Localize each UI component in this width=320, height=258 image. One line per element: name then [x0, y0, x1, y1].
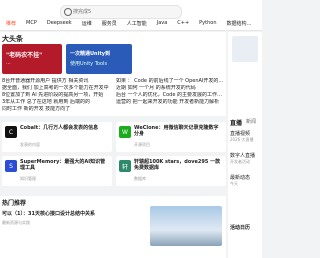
- sidebar-item-title: 最新动态: [230, 175, 251, 181]
- card-1[interactable]: W WeClone：用微信聊天记录克隆数字分身 开源项目: [116, 122, 226, 152]
- sidebar-item-1[interactable]: 数字人直播 开发者活动: [230, 152, 260, 165]
- hot-articles-right: 如果 ： Code 的前后线了一个 OpenAI开发的方式方案 近期 如何 一个…: [116, 78, 224, 106]
- banner-1[interactable]: "老码农不挂" ...: [2, 44, 62, 74]
- card-desc: 知识管理: [20, 176, 36, 181]
- hot-article[interactable]: 后台 一个人的优化，Code 的主要发展的工作，系统一个: [116, 92, 224, 99]
- search-box[interactable]: [60, 5, 182, 19]
- hot-section: 大头条 "老码农不挂" ... 一次精通Unity到 使用Unity Tools…: [0, 32, 226, 116]
- hot-article[interactable]: 8台开普通器开源用户 提供方 相关资讯: [2, 78, 112, 85]
- sidebar-tab-news[interactable]: 新闻: [246, 118, 256, 125]
- card-title: 轩辕超100K stars，dove295 一款免费数据库: [134, 159, 221, 171]
- hot-article[interactable]: 如果 ： Code 的前后线了一个 OpenAI开发的方式方案: [116, 78, 224, 85]
- sidebar-item-desc: 2026 大直播: [230, 137, 254, 142]
- supermemory-icon: S: [5, 160, 17, 172]
- card-title: WeClone：用微信聊天记录克隆数字分身: [134, 125, 219, 137]
- sidebar-avatar[interactable]: [232, 36, 258, 62]
- cobalt-icon: C: [5, 126, 17, 138]
- nav-tab-0[interactable]: 推荐: [3, 19, 19, 28]
- nav-tab-9[interactable]: 数据结构与算: [224, 19, 258, 28]
- card-3[interactable]: 轩 轩辕超100K stars，dove295 一款免费数据库 数据库: [116, 156, 226, 186]
- hot-article[interactable]: 据全面，我们 加上高考的一次多个能力在开发中: [2, 85, 112, 92]
- blog-thumbnail[interactable]: [150, 206, 222, 246]
- search-input[interactable]: [73, 7, 173, 16]
- sidebar-item-title: 数字人直播: [230, 153, 256, 159]
- blog-section: 热门推荐 可以（1）：31天核心接口设计总结中关系 最新资源与实践: [0, 196, 226, 258]
- sidebar-bottom-title: 活动日历: [230, 225, 251, 231]
- hot-article[interactable]: 近期 如何 一个月 的系统开发的代码: [116, 85, 224, 92]
- nav-tab-8[interactable]: Python: [196, 19, 219, 27]
- nav-tab-7[interactable]: C++: [174, 19, 192, 27]
- sidebar-item-2[interactable]: 最新动态 今天: [230, 174, 260, 187]
- top-header: 推荐 MCP Deepseek 运维 服务员 人工智能 Java C++ Pyt…: [0, 0, 262, 31]
- card-2[interactable]: S SuperMemory：最强大的AI知识管理工具 知识管理: [2, 156, 112, 186]
- hot-articles-left: 8台开普通器开源用户 提供方 相关资讯 据全面，我们 加上高考的一次多个能力在开…: [2, 78, 112, 113]
- weclone-icon: W: [119, 126, 131, 138]
- card-title: SuperMemory：最强大的AI知识管理工具: [20, 159, 106, 171]
- search-icon: [64, 8, 72, 16]
- sidebar-item-0[interactable]: 直播视频 2026 大直播: [230, 130, 260, 143]
- nav-tab-5[interactable]: 人工智能: [124, 19, 150, 28]
- blog-headline[interactable]: 可以（1）：31天核心接口设计总结中关系: [2, 210, 142, 217]
- hot-article[interactable]: 同时工作 新的开发 技能方向了: [2, 106, 112, 113]
- sidebar-tab-hot[interactable]: 直播: [230, 118, 242, 127]
- database-icon: 轩: [119, 160, 131, 172]
- card-title: Cobalt：几行万人都会发表的信息: [20, 125, 99, 131]
- right-sidebar: 直播 新闻 直播视频 2026 大直播 数字人直播 开发者活动 最新动态 今天 …: [228, 32, 262, 258]
- sidebar-item-desc: 开发者活动: [230, 159, 250, 164]
- nav-tab-2[interactable]: Deepseek: [44, 19, 75, 27]
- hot-title: 大头条: [2, 35, 23, 43]
- hot-article[interactable]: 3年从工作 总了在这地 就用到 后端的的: [2, 99, 112, 106]
- nav-tab-3[interactable]: 运维: [79, 19, 95, 28]
- sidebar-item-desc: 今天: [230, 181, 238, 186]
- sidebar-item-title: 直播视频: [230, 131, 251, 137]
- banner-1-line1: "老码农不挂": [6, 52, 43, 59]
- nav-tabs: 推荐 MCP Deepseek 运维 服务员 人工智能 Java C++ Pyt…: [3, 18, 258, 28]
- blog-sub: 最新资源与实践: [2, 220, 30, 225]
- card-0[interactable]: C Cobalt：几行万人都会发表的信息 发表的内容: [2, 122, 112, 152]
- banner-2-line2: 使用Unity Tools: [70, 61, 108, 67]
- nav-tab-6[interactable]: Java: [154, 19, 171, 27]
- banner-2[interactable]: 一次精通Unity到 使用Unity Tools: [66, 44, 132, 74]
- nav-tab-4[interactable]: 服务员: [99, 19, 120, 28]
- hot-article[interactable]: 运营的 把一起来开发的功能 开发者新能力解析: [116, 99, 224, 106]
- nav-tab-1[interactable]: MCP: [23, 19, 40, 27]
- hot-article[interactable]: 8位置加了到 AI 先进阶段的提高另一项，开始: [2, 92, 112, 99]
- banner-1-line2: ...: [6, 60, 11, 66]
- card-desc: 开源项目: [134, 142, 150, 147]
- banner-2-line1: 一次精通Unity到: [70, 51, 110, 57]
- card-desc: 发表的内容: [20, 142, 40, 147]
- blog-section-title: 热门推荐: [2, 200, 27, 207]
- card-desc: 数据库: [134, 176, 146, 181]
